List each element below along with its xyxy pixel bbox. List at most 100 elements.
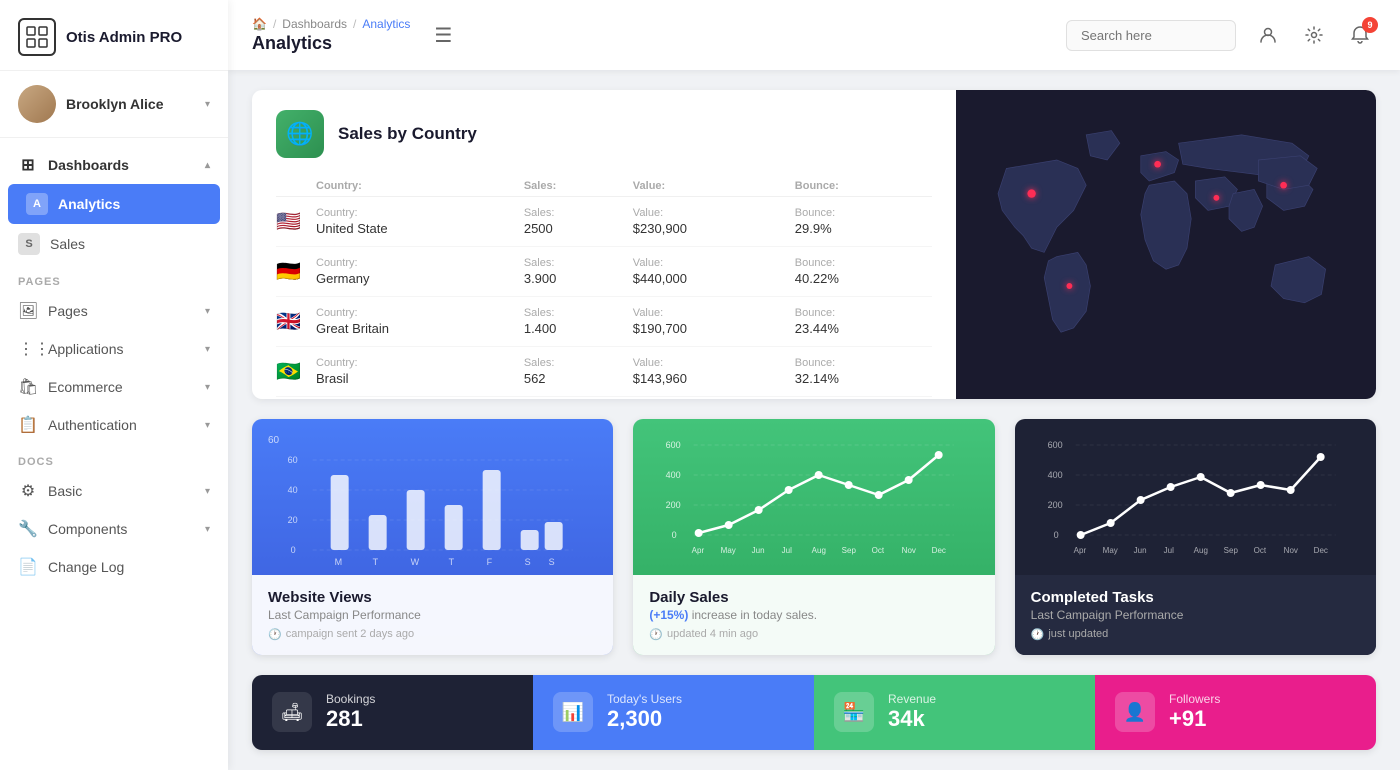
main-content: 🏠 / Dashboards / Analytics Analytics ☰	[228, 0, 1400, 770]
website-views-meta: 🕐 campaign sent 2 days ago	[268, 628, 597, 641]
sidebar-item-pages[interactable]: 🖼 Pages ▾	[0, 292, 228, 330]
bounce-cell: Bounce: 40.22%	[795, 247, 932, 297]
charts-row: 60 60 40 20 0	[252, 419, 1376, 655]
clock-icon: 🕐	[268, 628, 282, 641]
basic-label: Basic	[48, 483, 82, 499]
ecommerce-icon: 🛍	[18, 377, 38, 397]
flag-icon: 🇧🇷	[276, 361, 301, 383]
svg-text:60: 60	[288, 455, 298, 465]
svg-text:Aug: Aug	[1193, 546, 1207, 555]
country-cell: Country: Great Britain	[316, 297, 524, 347]
dashboards-icon: ⊞	[18, 155, 38, 175]
docs-section-title: DOCS	[0, 444, 228, 472]
sales-label: Sales	[50, 236, 85, 252]
sidebar-item-dashboards[interactable]: ⊞ Dashboards ▴	[0, 146, 228, 184]
daily-sales-info: Daily Sales (+15%) increase in today sal…	[633, 575, 994, 655]
sidebar-item-basic[interactable]: ⚙ Basic ▾	[0, 472, 228, 510]
notifications-icon[interactable]: 9	[1344, 19, 1376, 51]
svg-text:Oct: Oct	[872, 546, 885, 555]
col-sales: Sales:	[524, 176, 633, 197]
svg-text:Sep: Sep	[842, 546, 857, 555]
sidebar-item-authentication[interactable]: 📋 Authentication ▾	[0, 406, 228, 444]
pages-label: Pages	[48, 303, 88, 319]
hamburger-icon[interactable]: ☰	[434, 23, 452, 48]
completed-tasks-meta: 🕐 just updated	[1031, 628, 1360, 641]
value-cell: Value: $143,960	[633, 347, 795, 397]
dashboards-label: Dashboards	[48, 157, 129, 173]
applications-label: Applications	[48, 341, 124, 357]
sidebar-item-sales[interactable]: S Sales	[0, 224, 228, 264]
clock-icon-2: 🕐	[649, 628, 663, 641]
globe-icon: 🌐	[276, 110, 324, 158]
bounce-cell: Bounce: 32.14%	[795, 347, 932, 397]
sales-by-country-card: 🌐 Sales by Country Country: Sales: Value…	[252, 90, 1376, 399]
flag-icon: 🇬🇧	[276, 311, 301, 333]
stat-item-bookings: 🛋 Bookings 281	[252, 675, 533, 750]
sales-table-section: 🌐 Sales by Country Country: Sales: Value…	[252, 90, 956, 399]
completed-tasks-subtitle: Last Campaign Performance	[1031, 608, 1360, 622]
svg-text:Apr: Apr	[692, 546, 705, 555]
applications-icon: ⋮⋮	[18, 339, 38, 359]
country-cell: Country: United State	[316, 197, 524, 247]
completed-tasks-card: 600 400 200 0	[1015, 419, 1376, 655]
user-icon[interactable]	[1252, 19, 1284, 51]
table-row: 🇩🇪 Country: Germany Sales: 3.900 Value: …	[276, 247, 932, 297]
analytics-label: Analytics	[58, 196, 120, 212]
svg-text:Dec: Dec	[932, 546, 946, 555]
svg-text:200: 200	[1047, 500, 1062, 510]
breadcrumb-analytics: Analytics	[362, 17, 410, 31]
svg-text:Jun: Jun	[1133, 546, 1146, 555]
components-icon: 🔧	[18, 519, 38, 539]
daily-sales-subtitle: (+15%) increase in today sales.	[649, 608, 978, 622]
table-row: 🇬🇧 Country: Great Britain Sales: 1.400 V…	[276, 297, 932, 347]
svg-text:May: May	[721, 546, 736, 555]
svg-text:S: S	[525, 557, 531, 567]
logo-icon	[18, 18, 56, 56]
header-title-area: 🏠 / Dashboards / Analytics Analytics	[252, 17, 410, 54]
table-row: 🇧🇷 Country: Brasil Sales: 562 Value: $14…	[276, 347, 932, 397]
sidebar-logo: Otis Admin PRO	[0, 0, 228, 71]
sidebar-item-applications[interactable]: ⋮⋮ Applications ▾	[0, 330, 228, 368]
stat-item-today's-users: 📊 Today's Users 2,300	[533, 675, 814, 750]
svg-text:Apr: Apr	[1073, 546, 1086, 555]
svg-text:Aug: Aug	[812, 546, 826, 555]
completed-tasks-info: Completed Tasks Last Campaign Performanc…	[1015, 575, 1376, 655]
sidebar-item-ecommerce[interactable]: 🛍 Ecommerce ▾	[0, 368, 228, 406]
ecommerce-chevron-icon: ▾	[205, 382, 210, 393]
completed-tasks-title: Completed Tasks	[1031, 589, 1360, 606]
sales-cell: Sales: 3.900	[524, 247, 633, 297]
svg-text:M: M	[335, 557, 343, 567]
svg-text:200: 200	[666, 500, 681, 510]
svg-text:0: 0	[1053, 530, 1058, 540]
svg-text:Dec: Dec	[1313, 546, 1327, 555]
sidebar-item-changelog[interactable]: 📄 Change Log	[0, 548, 228, 586]
user-profile[interactable]: Brooklyn Alice ▾	[0, 71, 228, 138]
user-name: Brooklyn Alice	[66, 96, 164, 112]
svg-text:Oct: Oct	[1253, 546, 1266, 555]
sidebar-item-analytics[interactable]: A Analytics	[8, 184, 220, 224]
auth-label: Authentication	[48, 417, 137, 433]
stat-label: Followers	[1169, 692, 1220, 706]
sales-cell: Sales: 1.400	[524, 297, 633, 347]
sidebar: Otis Admin PRO Brooklyn Alice ▾ ⊞ Dashbo…	[0, 0, 228, 770]
settings-icon[interactable]	[1298, 19, 1330, 51]
website-views-info: Website Views Last Campaign Performance …	[252, 575, 613, 655]
svg-text:400: 400	[1047, 470, 1062, 480]
stat-value: 2,300	[607, 706, 682, 732]
components-label: Components	[48, 521, 127, 537]
header-icons: 9	[1252, 19, 1376, 51]
stats-row: 🛋 Bookings 281 📊 Today's Users 2,300 🏪 R…	[252, 675, 1376, 750]
analytics-badge: A	[26, 193, 48, 215]
clock-icon-3: 🕐	[1031, 628, 1045, 641]
svg-text:F: F	[487, 557, 493, 567]
sales-table: Country: Sales: Value: Bounce: 🇺🇸 Countr…	[276, 176, 932, 397]
basic-icon: ⚙	[18, 481, 38, 501]
svg-text:Jul: Jul	[1163, 546, 1173, 555]
stat-value: 281	[326, 706, 375, 732]
col-country: Country:	[316, 176, 524, 197]
search-input[interactable]	[1066, 20, 1236, 51]
website-views-card: 60 60 40 20 0	[252, 419, 613, 655]
notification-badge: 9	[1362, 17, 1378, 33]
pages-icon: 🖼	[18, 301, 38, 321]
sidebar-item-components[interactable]: 🔧 Components ▾	[0, 510, 228, 548]
